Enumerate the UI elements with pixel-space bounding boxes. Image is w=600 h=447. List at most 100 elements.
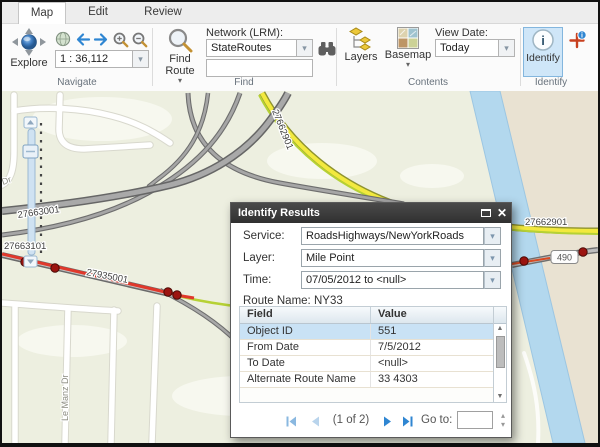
ribbon-tabstrip: Map Edit Review [2,2,598,24]
binoculars-search-icon[interactable] [317,41,337,57]
layer-value: Mile Point [301,249,484,267]
find-route-label-1: Find [169,54,190,65]
value-cell: 551 [370,324,493,339]
tab-review[interactable]: Review [130,2,196,24]
layer-dropdown-icon[interactable]: ▾ [484,249,501,267]
service-dropdown-icon[interactable]: ▾ [484,227,501,245]
time-label: Time: [243,271,271,289]
scroll-down-icon[interactable]: ▼ [497,392,504,402]
scrollbar-thumb[interactable] [496,336,505,368]
table-row[interactable]: To Date <null> [240,356,493,372]
table-row[interactable]: Alternate Route Name 33 4303 [240,372,493,388]
service-label: Service: [243,227,285,245]
field-cell: From Date [240,340,370,355]
previous-extent-arrow-icon[interactable] [74,32,91,47]
table-empty-area [240,388,493,402]
first-page-icon[interactable] [285,415,298,428]
network-lrm-value: StateRoutes [206,39,297,57]
basemap-caret-icon: ▾ [406,61,410,69]
table-scrollbar[interactable]: ▲ ▼ [493,307,506,402]
value-cell: <null> [370,356,493,371]
map-scale-value: 1 : 36,112 [55,50,133,68]
ribbon: Map Edit Review Navigate Find Contents I… [2,2,598,91]
identify-button[interactable]: i Identify [523,27,563,77]
layers-tree-icon [349,27,373,51]
service-combobox[interactable]: RoadsHighways/NewYorkRoads ▾ [301,227,501,245]
svg-text:Le Manz Dr: Le Manz Dr [60,374,70,421]
identify-route-location-icon[interactable]: i [567,30,587,50]
tab-edit[interactable]: Edit [66,2,130,24]
layers-label: Layers [344,52,377,63]
network-lrm-dropdown-icon[interactable]: ▾ [297,39,313,57]
table-row[interactable]: From Date 7/5/2012 [240,340,493,356]
scrollbar-header-cap [494,307,506,324]
scroll-up-icon[interactable]: ▲ [497,324,504,334]
app-window: Map Edit Review Navigate Find Contents I… [0,0,600,447]
field-cell: Alternate Route Name [240,372,370,387]
time-dropdown-icon[interactable]: ▾ [484,271,501,289]
maximize-icon[interactable] [481,209,491,217]
zoom-in-icon[interactable] [112,31,129,48]
svg-text:27662901: 27662901 [525,217,567,228]
svg-text:i: i [541,33,545,48]
view-date-value: Today [435,39,499,57]
route-shield-490: 490 [551,251,578,264]
page-indicator: (1 of 2) [325,414,377,426]
value-column-header[interactable]: Value [370,307,493,323]
identify-info-icon: i [531,28,555,52]
find-route-magnifier-icon [167,27,193,53]
svg-text:27663101: 27663101 [4,241,46,252]
time-value: 07/05/2012 to <null> [301,271,484,289]
goto-spinner[interactable]: ▴ ▾ [497,411,509,429]
table-row[interactable]: Object ID 551 [240,324,493,340]
spinner-down-icon[interactable]: ▾ [497,420,509,429]
value-cell: 7/5/2012 [370,340,493,355]
previous-page-icon[interactable] [309,415,322,428]
svg-text:490: 490 [557,253,572,263]
map-scale-combobox[interactable]: 1 : 36,112 ▾ [55,50,149,68]
route-search-input[interactable] [206,59,313,77]
full-extent-globe-icon[interactable] [55,31,71,47]
value-cell: 33 4303 [370,372,493,387]
explore-compass-icon [9,27,49,57]
dialog-title: Identify Results [238,207,320,219]
svg-text:i: i [581,33,583,40]
layer-label: Layer: [243,249,275,267]
goto-label: Go to: [421,414,452,426]
table-header-row: Field Value [240,307,493,324]
basemap-tiles-icon [397,27,419,49]
dialog-title-bar[interactable]: Identify Results ✕ [231,203,511,223]
find-route-caret-icon: ▾ [178,77,182,85]
zoom-out-icon[interactable] [131,31,148,48]
layers-button[interactable]: Layers [341,27,381,77]
next-extent-arrow-icon[interactable] [93,32,110,47]
service-value: RoadsHighways/NewYorkRoads [301,227,484,245]
spinner-up-icon[interactable]: ▴ [497,411,509,420]
last-page-icon[interactable] [401,415,414,428]
goto-page-input[interactable] [457,411,493,429]
explore-label: Explore [10,58,47,69]
network-lrm-combobox[interactable]: StateRoutes ▾ [206,39,313,57]
layer-combobox[interactable]: Mile Point ▾ [301,249,501,267]
find-route-button[interactable]: Find Route ▾ [159,27,201,89]
group-label-navigate: Navigate [2,77,152,88]
identify-label: Identify [526,53,560,64]
explore-button[interactable]: Explore [6,27,52,77]
view-date-combobox[interactable]: Today ▾ [435,39,515,57]
identify-results-dialog: Identify Results ✕ Service: RoadsHighway… [230,202,512,438]
field-cell: To Date [240,356,370,371]
field-cell: Object ID [240,324,370,339]
next-page-icon[interactable] [381,415,394,428]
tab-map[interactable]: Map [18,2,66,24]
network-lrm-label: Network (LRM): [206,27,283,39]
close-icon[interactable]: ✕ [497,203,507,223]
map-scale-dropdown-icon[interactable]: ▾ [133,50,149,68]
pagination-bar: (1 of 2) Go to: ▴ ▾ [231,409,511,435]
view-date-dropdown-icon[interactable]: ▾ [499,39,515,57]
basemap-button[interactable]: Basemap ▾ [385,27,431,89]
attributes-table: Field Value Object ID 551 From Date 7/5/… [239,306,507,403]
group-label-identify: Identify [520,77,582,88]
view-date-label: View Date: [435,27,488,39]
field-column-header[interactable]: Field [240,307,370,323]
time-combobox[interactable]: 07/05/2012 to <null> ▾ [301,271,501,289]
